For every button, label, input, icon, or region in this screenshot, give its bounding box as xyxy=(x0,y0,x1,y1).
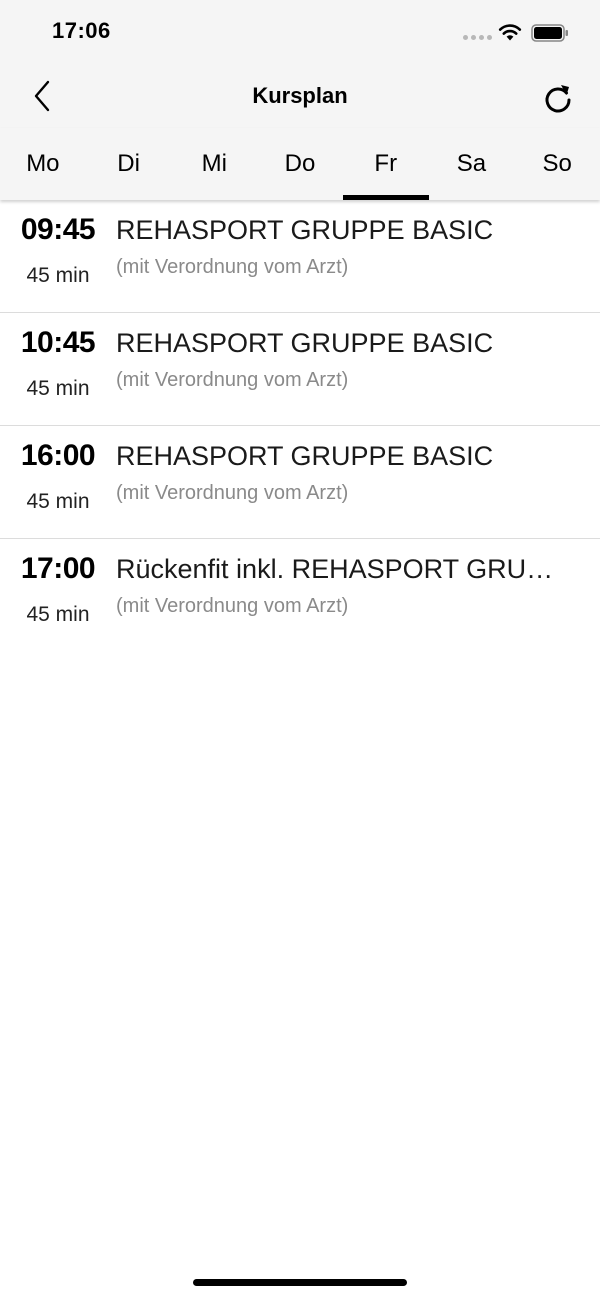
refresh-button[interactable] xyxy=(536,76,580,120)
course-row[interactable]: 10:45 45 min REHASPORT GRUPPE BASIC (mit… xyxy=(0,313,600,426)
course-list: 09:45 45 min REHASPORT GRUPPE BASIC (mit… xyxy=(0,200,600,651)
course-subtitle: (mit Verordnung vom Arzt) xyxy=(116,256,349,278)
course-row[interactable]: 09:45 45 min REHASPORT GRUPPE BASIC (mit… xyxy=(0,200,600,313)
course-row[interactable]: 17:00 45 min Rückenfit inkl. REHASPORT G… xyxy=(0,539,600,651)
wifi-icon xyxy=(498,24,522,41)
home-indicator[interactable] xyxy=(193,1279,407,1286)
tab-sunday[interactable]: So xyxy=(514,128,600,200)
tab-monday[interactable]: Mo xyxy=(0,128,86,200)
nav-bar: Kursplan xyxy=(0,66,600,128)
tab-wednesday[interactable]: Mi xyxy=(171,128,257,200)
course-title: Rückenfit inkl. REHASPORT GRUPPE BASIC xyxy=(116,554,566,584)
tab-tuesday[interactable]: Di xyxy=(86,128,172,200)
refresh-icon xyxy=(545,85,571,113)
course-time: 10:45 xyxy=(20,326,96,359)
course-time: 16:00 xyxy=(20,439,96,472)
tab-friday[interactable]: Fr xyxy=(342,128,429,200)
course-title: REHASPORT GRUPPE BASIC xyxy=(116,328,494,358)
course-duration: 45 min xyxy=(26,377,90,400)
battery-icon xyxy=(531,24,568,42)
course-title: REHASPORT GRUPPE BASIC xyxy=(116,441,494,471)
course-subtitle: (mit Verordnung vom Arzt) xyxy=(116,595,349,617)
status-time: 17:06 xyxy=(52,18,111,43)
signal-dots-icon xyxy=(463,35,492,40)
course-duration: 45 min xyxy=(26,490,90,513)
course-title: REHASPORT GRUPPE BASIC xyxy=(116,215,494,245)
course-subtitle: (mit Verordnung vom Arzt) xyxy=(116,482,349,504)
course-time: 09:45 xyxy=(20,213,96,246)
tab-saturday[interactable]: Sa xyxy=(429,128,515,200)
course-duration: 45 min xyxy=(26,264,90,287)
course-row[interactable]: 16:00 45 min REHASPORT GRUPPE BASIC (mit… xyxy=(0,426,600,539)
tab-thursday[interactable]: Do xyxy=(257,128,343,200)
course-duration: 45 min xyxy=(26,603,90,626)
page-title: Kursplan xyxy=(252,83,348,108)
course-subtitle: (mit Verordnung vom Arzt) xyxy=(116,369,349,391)
course-time: 17:00 xyxy=(20,552,96,585)
day-tabs: Mo Di Mi Do Fr Sa So xyxy=(0,128,600,200)
status-bar: 17:06 xyxy=(0,0,600,66)
